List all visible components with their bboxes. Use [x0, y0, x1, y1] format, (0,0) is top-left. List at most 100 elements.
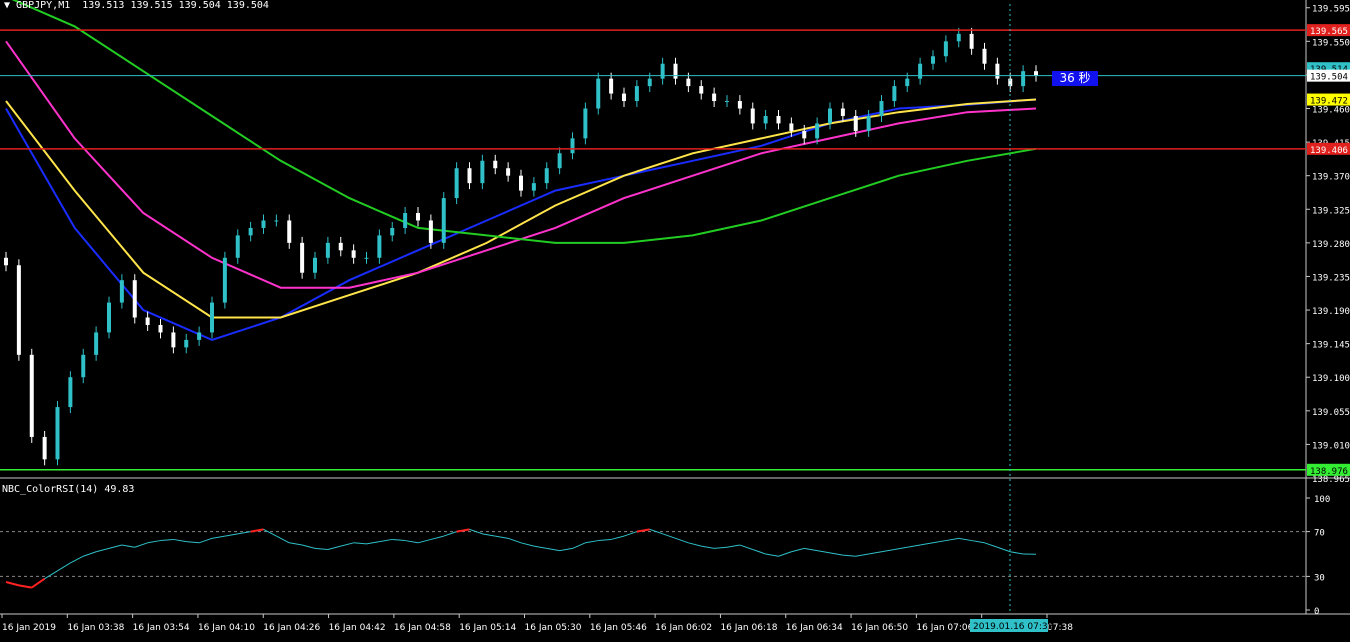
- candle-body: [493, 160, 498, 169]
- time-tick-label: 16 Jan 04:42: [329, 623, 386, 633]
- candle-body: [29, 354, 34, 437]
- candle-body: [94, 332, 99, 355]
- rsi-segment: [752, 549, 766, 555]
- time-tick-label: 16 Jan 06:02: [655, 623, 712, 633]
- rsi-indicator-title: NBC_ColorRSI(14) 49.83: [2, 484, 135, 495]
- time-tick-label: 16 Jan 06:50: [851, 623, 908, 633]
- rsi-layer: [0, 528, 1306, 589]
- rsi-segment: [997, 546, 1011, 553]
- candle-body: [673, 63, 678, 79]
- candle-body: [416, 213, 420, 221]
- chart-title: ▼ GBPJPY,M1 139.513 139.515 139.504 139.…: [4, 0, 269, 11]
- candle-body: [441, 198, 446, 243]
- candle-body: [428, 220, 433, 243]
- candle-body: [390, 227, 395, 236]
- rsi-segment: [95, 547, 110, 553]
- collapse-arrow-icon[interactable]: ▼: [4, 0, 16, 11]
- price-label-text: 139.472: [1310, 97, 1348, 107]
- candle-body: [351, 250, 356, 258]
- rsi-segment: [881, 549, 895, 553]
- price-label-text: 139.406: [1310, 146, 1348, 156]
- price-label-text: 139.504: [1310, 73, 1348, 83]
- rsi-segment: [546, 547, 560, 552]
- rsi-segment: [301, 544, 316, 549]
- rsi-segment: [894, 546, 908, 551]
- candle-body: [725, 101, 729, 103]
- time-tick-label: 16 Jan 05:30: [525, 623, 582, 633]
- time-tick-label: 16 Jan 03:54: [133, 623, 190, 633]
- rsi-segment: [701, 545, 715, 549]
- candle-body: [789, 123, 794, 131]
- rsi-segment: [70, 555, 84, 564]
- candle-body: [171, 332, 176, 348]
- rsi-segment: [765, 553, 779, 557]
- candle-body: [956, 33, 961, 42]
- rsi-segment: [1010, 551, 1024, 555]
- rsi-segment: [211, 535, 225, 539]
- rsi-segment: [842, 554, 856, 557]
- rsi-segment: [688, 542, 702, 547]
- candle-body: [222, 257, 227, 303]
- candle-body: [119, 280, 124, 303]
- rsi-segment: [340, 542, 354, 547]
- price-tick-label: 139.460: [1312, 106, 1350, 116]
- candle-body: [55, 407, 60, 460]
- candle-body: [802, 130, 807, 139]
- candle-body: [905, 78, 910, 87]
- price-levels-layer: [0, 4, 1306, 614]
- candle-body: [840, 108, 845, 116]
- rsi-segment: [18, 584, 32, 589]
- price-tick-label: 139.280: [1312, 240, 1350, 250]
- candle-body: [943, 41, 948, 57]
- candle-body: [313, 257, 317, 273]
- candle-body: [4, 257, 8, 266]
- candle-body: [892, 86, 897, 102]
- candle-body: [647, 78, 652, 87]
- rsi-segment: [108, 544, 123, 549]
- rsi-segment: [327, 545, 341, 551]
- rsi-segment: [533, 545, 547, 549]
- rsi-segment: [160, 538, 174, 542]
- rsi-segment: [482, 533, 496, 537]
- time-tick-label: 16 Jan 2019: [2, 623, 56, 633]
- time-tick-label: 16 Jan 06:18: [720, 623, 777, 633]
- candle-body: [544, 168, 549, 184]
- candlestick-layer: [4, 27, 1038, 466]
- candle-body: [68, 377, 73, 408]
- rsi-segment: [791, 547, 805, 553]
- candle-body: [403, 213, 408, 228]
- candle-body: [712, 93, 717, 102]
- rsi-segment: [945, 537, 959, 542]
- candle-body: [519, 175, 523, 191]
- rsi-segment: [520, 542, 535, 547]
- rsi-segment: [817, 550, 831, 554]
- candle-body: [596, 78, 601, 109]
- candle-body: [480, 160, 485, 184]
- rsi-segment: [314, 547, 328, 551]
- candle-body: [931, 56, 935, 64]
- rsi-segment: [405, 540, 419, 544]
- time-tick-label: 16 Jan 07:06: [916, 623, 973, 633]
- crosshair-time-label: 2019.01.16 07:35: [973, 622, 1053, 632]
- candle-body: [467, 168, 472, 184]
- rsi-segment: [984, 542, 998, 548]
- candle-body: [42, 436, 47, 460]
- rsi-segment: [675, 537, 689, 544]
- candle-body: [660, 63, 665, 79]
- candle-body: [1021, 71, 1026, 87]
- time-tick-label: 16 Jan 04:26: [263, 623, 320, 633]
- candle-body: [815, 123, 820, 139]
- rsi-segment: [829, 552, 843, 556]
- candle-body: [557, 153, 562, 169]
- candle-body: [377, 235, 382, 258]
- rsi-segment: [585, 540, 599, 544]
- candle-body: [300, 242, 305, 273]
- rsi-segment: [44, 570, 58, 580]
- price-tick-label: 139.595: [1312, 5, 1350, 15]
- rsi-segment: [868, 551, 882, 555]
- time-tick-label: 16 Jan 06:34: [786, 623, 843, 633]
- candle-body: [184, 339, 189, 348]
- candle-body: [81, 354, 86, 378]
- rsi-tick-label: 0: [1314, 607, 1319, 617]
- rsi-segment: [263, 528, 277, 537]
